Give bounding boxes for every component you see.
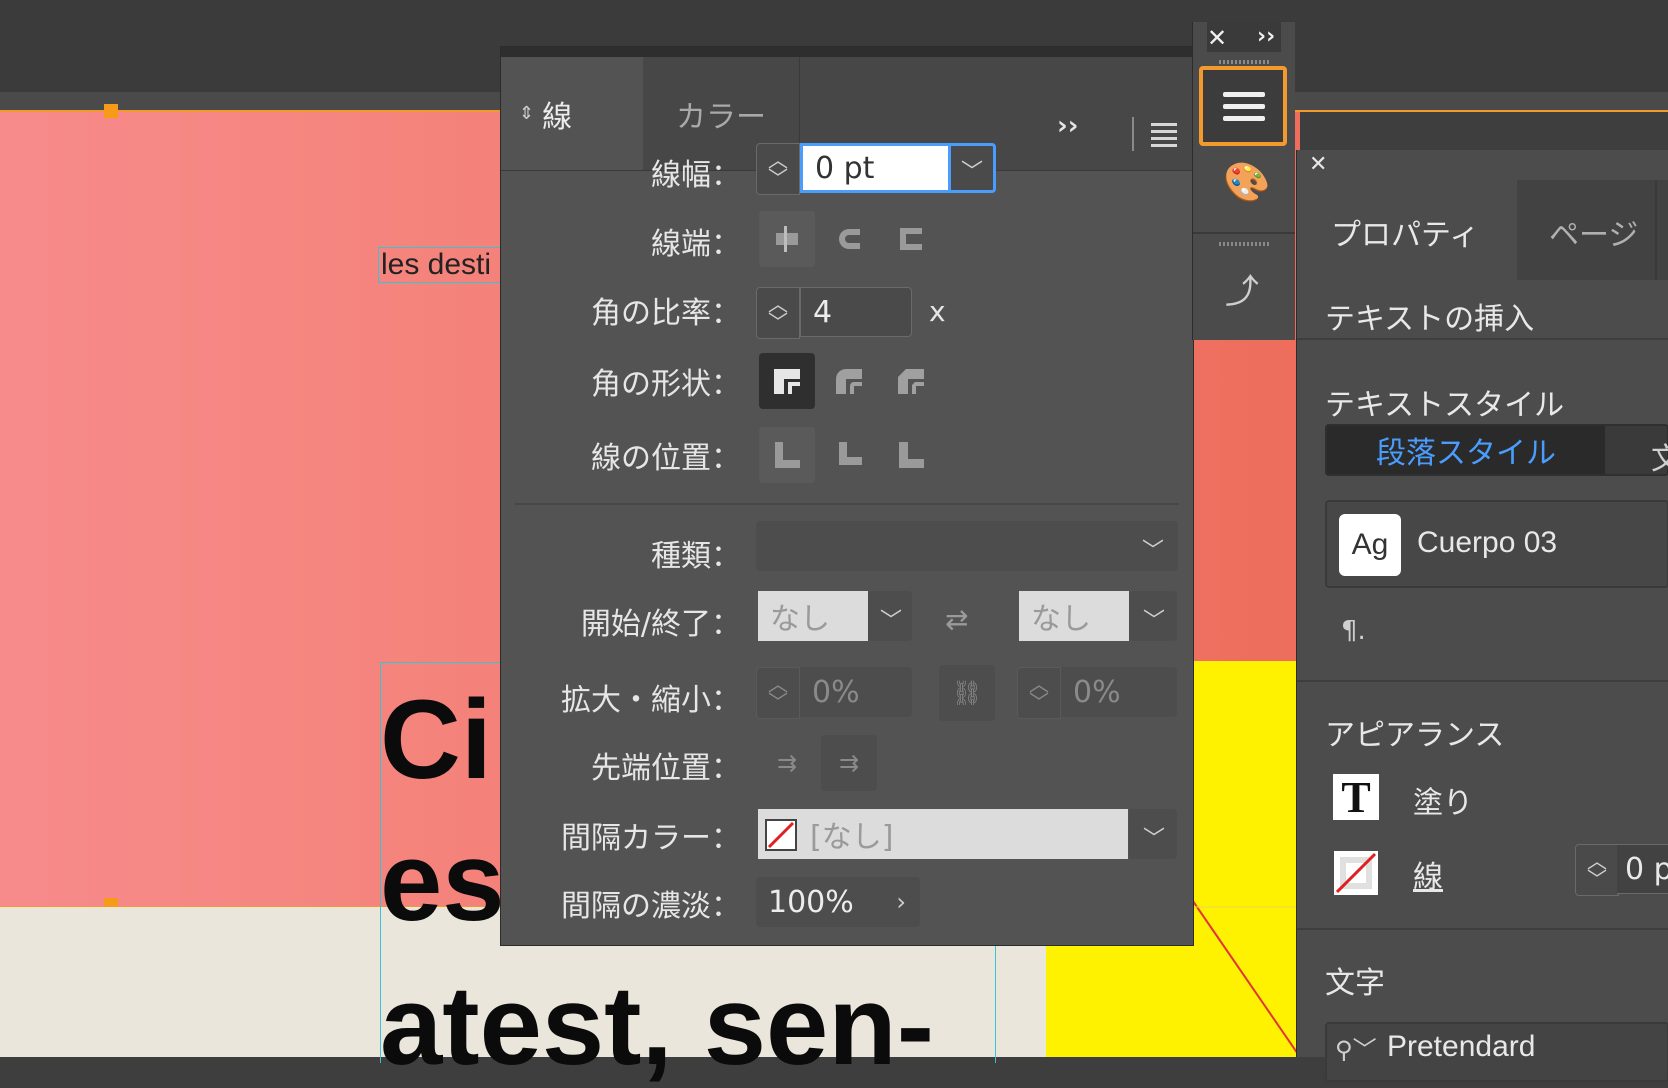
updown-arrows-icon: ⇕: [519, 103, 535, 124]
headline-line-3: atest, sen-: [380, 963, 934, 1088]
stroke-weight-stepper[interactable]: ︿ ﹀: [1575, 844, 1619, 896]
stroke-lines-icon: [1223, 92, 1265, 121]
scale-end-stepper[interactable]: ︿ ﹀: [1017, 667, 1061, 719]
stroke-weight-input[interactable]: 0 p: [1617, 844, 1668, 894]
gap-color-dropdown[interactable]: ﹀: [1129, 809, 1177, 859]
label-start-end: 開始/終了：: [580, 607, 741, 642]
projecting-cap-icon[interactable]: [883, 211, 939, 267]
tab-divider: [1655, 180, 1657, 280]
stroke-panel-dock-button[interactable]: [1199, 66, 1287, 146]
label-miter: 角の比率：: [591, 296, 741, 331]
weight-stepper[interactable]: ︿ ﹀: [756, 143, 800, 195]
tab-color-label: カラー: [676, 99, 766, 135]
miter-unit: x: [929, 295, 946, 328]
swap-arrows-icon[interactable]: ⇄: [945, 603, 968, 636]
expand-double-chevron-icon[interactable]: ››: [1057, 111, 1078, 141]
search-icon[interactable]: ⚲﹀: [1335, 1030, 1377, 1065]
scale-start-input[interactable]: 0%: [800, 667, 912, 717]
expand-dock-icon[interactable]: ››: [1257, 24, 1275, 49]
end-arrow-dropdown[interactable]: ﹀: [1129, 591, 1177, 641]
small-text: les desti: [381, 248, 492, 281]
link-icon[interactable]: ⛓: [939, 665, 995, 721]
align-inside-icon[interactable]: [821, 427, 877, 483]
label-weight: 線幅：: [651, 158, 741, 193]
weight-input[interactable]: 0 pt: [800, 143, 948, 193]
panel-menu-icon[interactable]: [1151, 123, 1177, 147]
paragraph-style-tab[interactable]: 段落スタイル: [1327, 426, 1605, 474]
color-palette-icon[interactable]: 🎨: [1223, 160, 1270, 205]
pages-history-icon[interactable]: ⤴: [1225, 264, 1259, 313]
dock-divider: [1193, 232, 1295, 234]
stroke-type-dropdown[interactable]: ﹀: [756, 521, 1178, 571]
scale-end-input[interactable]: 0%: [1061, 667, 1177, 717]
selection-handle[interactable]: [104, 104, 118, 118]
tip-inside-icon[interactable]: ⇉: [821, 735, 877, 791]
none-swatch-icon: [765, 819, 797, 851]
scale-start-stepper[interactable]: ︿ ﹀: [756, 667, 800, 719]
chevron-right-icon[interactable]: ›: [896, 888, 906, 916]
headline-line-1: Ci: [380, 677, 492, 802]
miter-join-icon[interactable]: [759, 353, 815, 409]
start-arrow-dropdown[interactable]: ﹀: [868, 591, 912, 641]
tab-properties-label: プロパティ: [1331, 218, 1480, 253]
style-preview-icon: Ag: [1339, 514, 1401, 576]
butt-cap-icon[interactable]: [759, 211, 815, 267]
tip-extend-icon[interactable]: ⇉: [759, 735, 815, 791]
gap-color-field[interactable]: [なし]: [758, 809, 1128, 859]
drag-grip[interactable]: [1219, 60, 1269, 64]
round-cap-icon[interactable]: [821, 211, 877, 267]
panel-divider: [515, 503, 1179, 505]
label-cap: 線端：: [651, 227, 741, 262]
start-arrow-field[interactable]: なし: [758, 591, 868, 641]
gap-tint-value: 100%: [768, 884, 854, 920]
tab-stroke-label: 線: [542, 99, 573, 135]
panel-title-bar[interactable]: [501, 47, 1193, 57]
character-style-tab[interactable]: 文: [1651, 434, 1668, 478]
label-join: 角の形状：: [591, 367, 741, 402]
tab-divider: [1132, 117, 1134, 151]
properties-panel: ✕ プロパティ ページ テキストの挿入 テキストスタイル 段落スタイル 文 Ag…: [1296, 150, 1668, 1082]
tab-pages[interactable]: ページ: [1549, 210, 1638, 254]
section-divider: [1297, 338, 1668, 340]
fill-label: 塗り: [1413, 786, 1473, 821]
align-center-icon[interactable]: [759, 427, 815, 483]
bevel-join-icon[interactable]: [883, 353, 939, 409]
end-arrow-field[interactable]: なし: [1019, 591, 1129, 641]
gap-tint-field[interactable]: 100% ›: [756, 877, 920, 927]
close-icon[interactable]: ✕: [1207, 24, 1227, 52]
miter-stepper[interactable]: ︿ ﹀: [756, 287, 800, 339]
drag-grip[interactable]: [1219, 242, 1269, 246]
label-type: 種類：: [651, 539, 741, 574]
text-fill-icon[interactable]: T: [1333, 773, 1379, 822]
style-name: Cuerpo 03: [1417, 526, 1558, 559]
miter-input[interactable]: 4: [800, 287, 912, 337]
label-align-tip: 先端位置：: [591, 751, 741, 786]
character-heading: 文字: [1325, 966, 1385, 1001]
label-gap-tint: 間隔の濃淡：: [561, 889, 741, 924]
weight-dropdown[interactable]: ﹀: [948, 143, 996, 193]
close-icon[interactable]: ✕: [1309, 152, 1327, 177]
tab-stroke[interactable]: ⇕ 線: [501, 57, 643, 170]
align-outside-icon[interactable]: [883, 427, 939, 483]
round-join-icon[interactable]: [821, 353, 877, 409]
stroke-none-icon[interactable]: [1333, 850, 1379, 896]
label-align: 線の位置：: [591, 441, 741, 476]
section-divider: [1297, 928, 1668, 930]
label-scale: 拡大・縮小：: [561, 683, 741, 718]
font-name: Pretendard: [1387, 1030, 1536, 1063]
appearance-heading: アピアランス: [1325, 718, 1505, 753]
headline-line-2: es: [380, 819, 505, 944]
label-gap-color: 間隔カラー：: [561, 821, 741, 856]
paragraph-mark-icon[interactable]: ¶.: [1341, 616, 1366, 646]
text-style-heading: テキストスタイル: [1325, 388, 1565, 423]
text-frame-small[interactable]: les desti: [378, 247, 504, 283]
section-divider: [1297, 680, 1668, 682]
insert-text-heading: テキストの挿入: [1325, 302, 1535, 337]
stroke-label[interactable]: 線: [1413, 852, 1443, 896]
panel-dock: ✕ ›› 🎨 ⤴: [1192, 22, 1295, 340]
stroke-panel: ⇕ 線 カラー ›› 線幅： ︿ ﹀ 0 pt ﹀ 線端： 角の比率： ︿ ﹀ 4 …: [500, 46, 1194, 946]
